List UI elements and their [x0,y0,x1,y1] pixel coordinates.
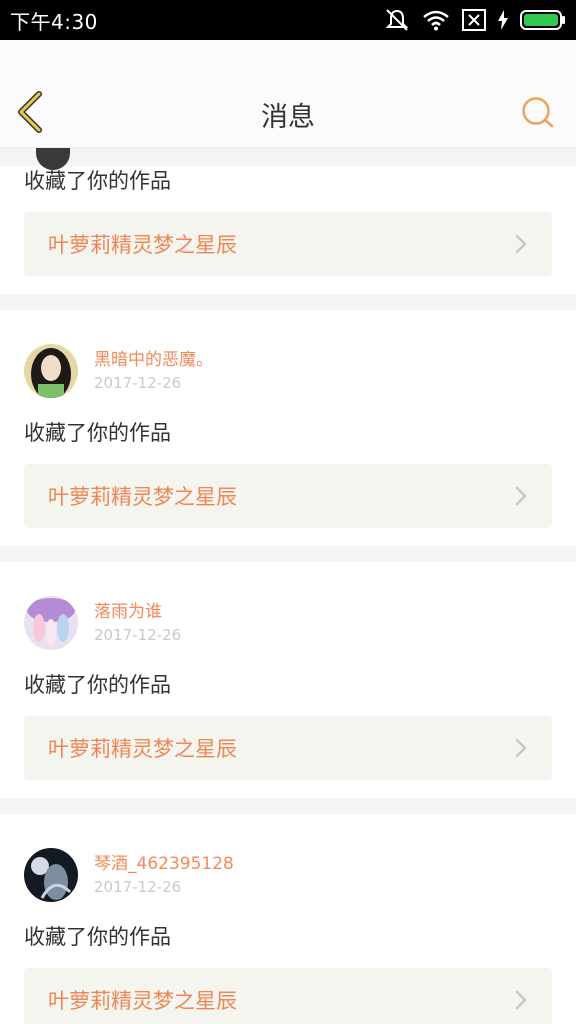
message-card: 收藏了你的作品 叶萝莉精灵梦之星辰 [0,148,576,294]
user-row[interactable]: 黑暗中的恶魔。 2017-12-26 [24,310,552,410]
app-header: 消息 [0,40,576,148]
work-title: 叶萝莉精灵梦之星辰 [48,233,237,257]
user-meta: 落雨为谁 2017-12-26 [94,600,181,646]
username[interactable]: 琴酒_462395128 [94,852,234,876]
work-title: 叶萝莉精灵梦之星辰 [48,485,237,509]
username[interactable]: 落雨为谁 [94,600,181,624]
status-icons [384,8,566,32]
user-meta: 琴酒_462395128 2017-12-26 [94,852,234,898]
action-text: 收藏了你的作品 [24,673,171,697]
avatar[interactable] [24,848,78,902]
username[interactable]: 黑暗中的恶魔。 [94,348,213,372]
work-title: 叶萝莉精灵梦之星辰 [48,737,237,761]
status-bar: 下午4:30 [0,0,576,40]
work-link[interactable]: 叶萝莉精灵梦之星辰 [24,464,552,528]
action-text: 收藏了你的作品 [24,169,171,193]
message-card: 黑暗中的恶魔。 2017-12-26 收藏了你的作品 叶萝莉精灵梦之星辰 [0,310,576,546]
sim-off-icon [462,9,486,31]
chevron-right-icon [515,234,527,254]
chevron-right-icon [515,738,527,758]
action-text: 收藏了你的作品 [24,925,171,949]
chevron-right-icon [515,486,527,506]
date: 2017-12-26 [94,374,182,392]
message-card: 落雨为谁 2017-12-26 收藏了你的作品 叶萝莉精灵梦之星辰 [0,562,576,798]
battery-icon [520,9,566,31]
date: 2017-12-26 [94,878,182,896]
avatar[interactable] [24,344,78,398]
search-button[interactable] [520,95,556,131]
user-row[interactable]: 落雨为谁 2017-12-26 [24,562,552,662]
charging-icon [498,10,508,30]
search-icon [522,97,554,128]
work-link[interactable]: 叶萝莉精灵梦之星辰 [24,212,552,276]
user-meta: 黑暗中的恶魔。 2017-12-26 [94,348,213,394]
work-link[interactable]: 叶萝莉精灵梦之星辰 [24,968,552,1024]
mute-icon [384,8,410,32]
avatar[interactable] [24,596,78,650]
date: 2017-12-26 [94,626,182,644]
status-time: 下午4:30 [10,9,98,34]
chevron-right-icon [515,990,527,1010]
message-list[interactable]: 收藏了你的作品 叶萝莉精灵梦之星辰 黑暗中的恶魔。 2017-12-26 收藏了… [0,148,576,1024]
action-text: 收藏了你的作品 [24,421,171,445]
page-title: 消息 [261,102,315,133]
message-card: 琴酒_462395128 2017-12-26 收藏了你的作品 叶萝莉精灵梦之星… [0,814,576,1024]
work-title: 叶萝莉精灵梦之星辰 [48,989,237,1013]
user-row[interactable]: 琴酒_462395128 2017-12-26 [24,814,552,914]
wifi-icon [422,9,450,31]
work-link[interactable]: 叶萝莉精灵梦之星辰 [24,716,552,780]
